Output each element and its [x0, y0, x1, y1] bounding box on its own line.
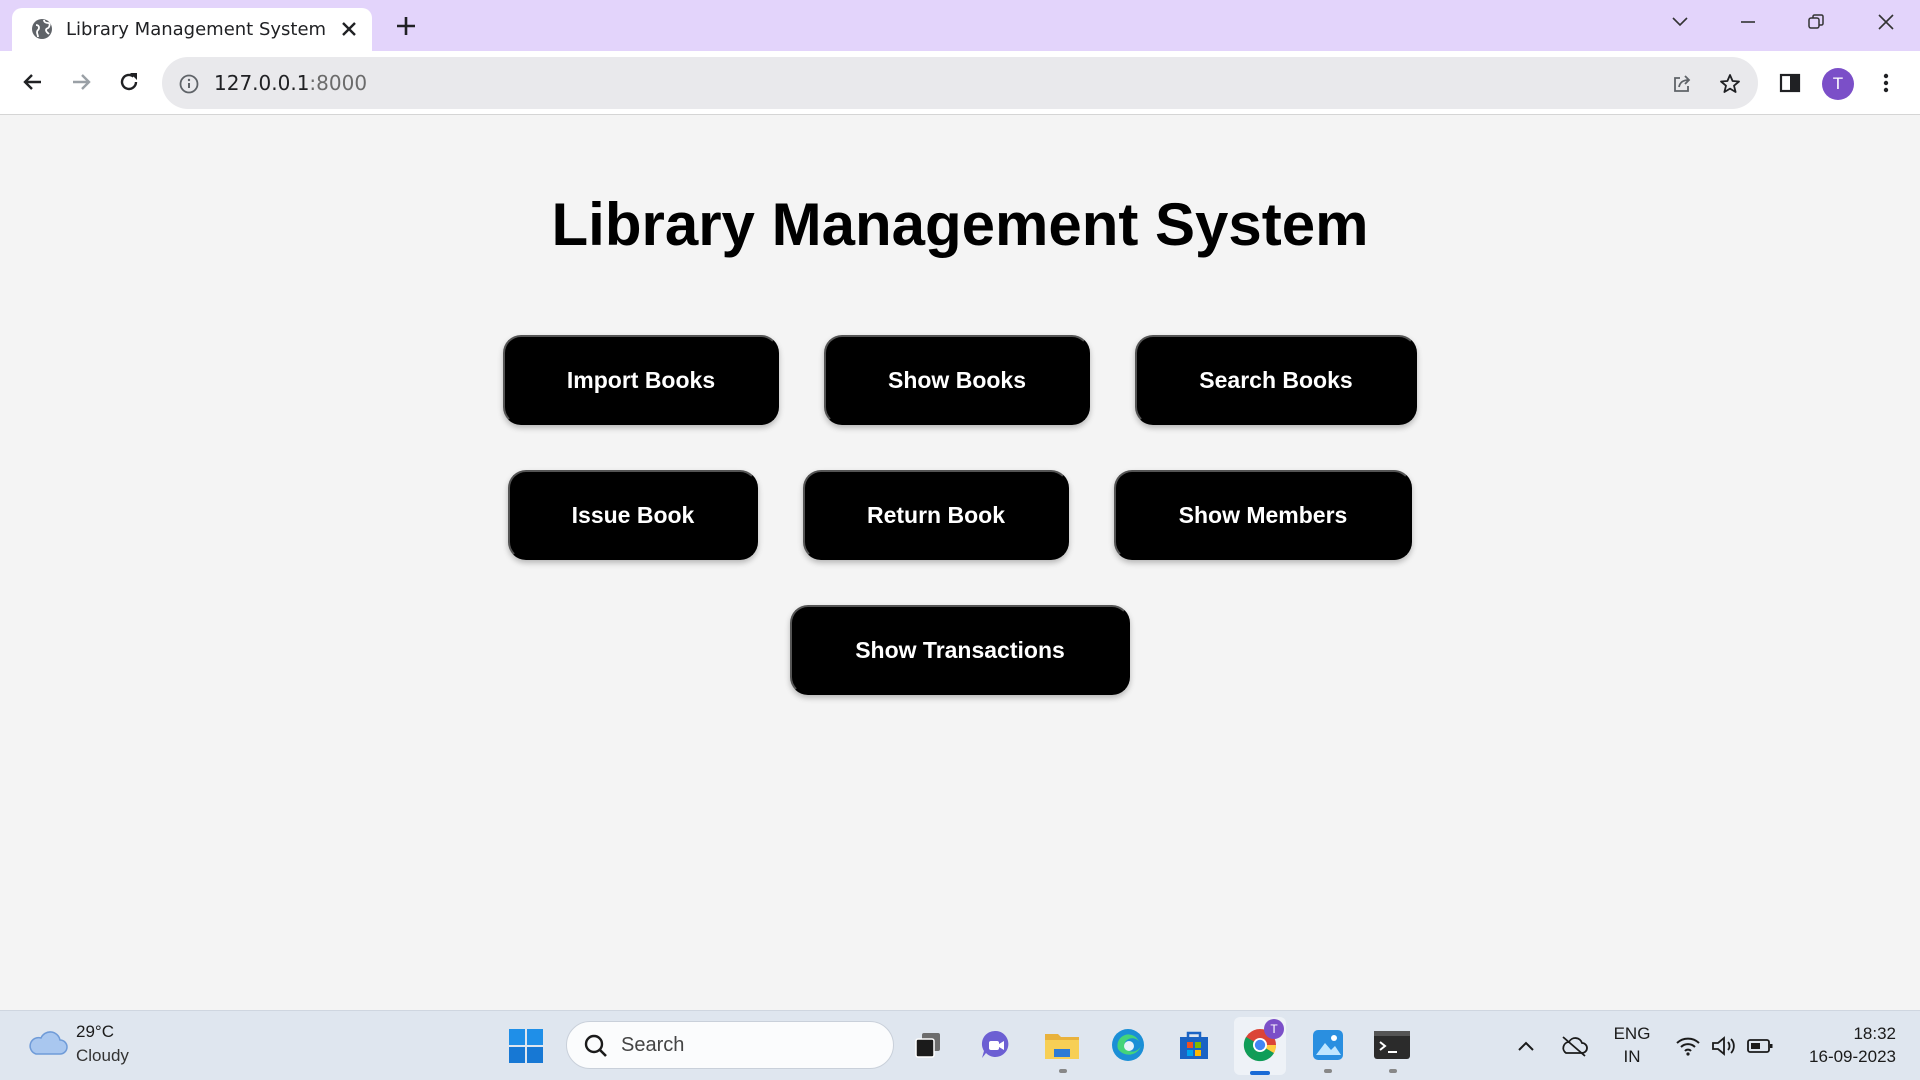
browser-tab[interactable]: Library Management System: [12, 8, 372, 51]
forward-arrow-icon[interactable]: [64, 65, 98, 99]
web-page: Library Management System Import Books S…: [0, 116, 1920, 1010]
language-indicator[interactable]: ENG IN: [1612, 1022, 1652, 1068]
windows-taskbar: 29°C Cloudy Search T ENG IN 18:32 16-09-…: [0, 1010, 1920, 1080]
explorer-running-indicator: [1059, 1069, 1067, 1073]
task-view-icon[interactable]: [908, 1025, 948, 1065]
reload-icon[interactable]: [112, 65, 146, 99]
page-title: Library Management System: [551, 191, 1369, 258]
restore-icon[interactable]: [1796, 8, 1836, 36]
side-panel-icon[interactable]: [1778, 71, 1802, 95]
system-clock[interactable]: 18:32 16-09-2023: [1790, 1022, 1896, 1068]
photos-app-icon[interactable]: [1308, 1025, 1348, 1065]
tab-title: Library Management System: [66, 19, 327, 40]
onedrive-offline-icon[interactable]: [1560, 1033, 1588, 1059]
search-books-button[interactable]: Search Books: [1135, 335, 1417, 425]
taskbar-search[interactable]: Search: [566, 1021, 894, 1069]
minimize-icon[interactable]: [1728, 8, 1768, 36]
show-members-button[interactable]: Show Members: [1114, 470, 1412, 560]
microsoft-store-icon[interactable]: [1174, 1025, 1214, 1065]
close-tab-icon[interactable]: [338, 18, 360, 40]
globe-icon: [32, 19, 52, 39]
address-bar[interactable]: 127.0.0.1:8000: [162, 57, 1758, 109]
battery-icon[interactable]: [1746, 1033, 1774, 1059]
terminal-icon[interactable]: [1372, 1025, 1412, 1065]
edge-browser-icon[interactable]: [1108, 1025, 1148, 1065]
browser-toolbar: 127.0.0.1:8000 T: [0, 51, 1920, 115]
photos-running-indicator: [1324, 1069, 1332, 1073]
chevron-up-icon[interactable]: [1512, 1033, 1540, 1059]
show-books-button[interactable]: Show Books: [824, 335, 1090, 425]
volume-icon[interactable]: [1710, 1033, 1738, 1059]
windows-start-icon[interactable]: [508, 1028, 544, 1064]
bookmark-star-icon[interactable]: [1718, 72, 1742, 96]
new-tab-icon[interactable]: [392, 12, 420, 40]
issue-book-button[interactable]: Issue Book: [508, 470, 758, 560]
weather-temperature: 29°C: [76, 1022, 114, 1041]
terminal-running-indicator: [1389, 1069, 1397, 1073]
back-arrow-icon[interactable]: [16, 65, 50, 99]
close-window-icon[interactable]: [1866, 8, 1906, 36]
share-icon[interactable]: [1670, 72, 1694, 96]
chrome-profile-badge: T: [1264, 1019, 1284, 1039]
cloud-weather-icon[interactable]: [26, 1029, 68, 1057]
chrome-active-indicator: [1250, 1071, 1270, 1075]
show-transactions-button[interactable]: Show Transactions: [790, 605, 1130, 695]
browser-tab-bar: Library Management System: [0, 0, 1920, 51]
profile-avatar[interactable]: T: [1822, 68, 1854, 100]
import-books-button[interactable]: Import Books: [503, 335, 779, 425]
wifi-icon[interactable]: [1674, 1033, 1702, 1059]
tab-search-icon[interactable]: [1660, 8, 1700, 36]
teams-chat-icon[interactable]: [976, 1025, 1016, 1065]
search-placeholder: Search: [621, 1034, 685, 1056]
more-menu-icon[interactable]: [1878, 71, 1894, 95]
site-info-icon[interactable]: [178, 73, 200, 95]
return-book-button[interactable]: Return Book: [803, 470, 1069, 560]
url-text: 127.0.0.1:8000: [214, 71, 368, 95]
weather-condition: Cloudy: [76, 1046, 129, 1065]
file-explorer-icon[interactable]: [1042, 1025, 1082, 1065]
search-icon: [584, 1034, 607, 1057]
